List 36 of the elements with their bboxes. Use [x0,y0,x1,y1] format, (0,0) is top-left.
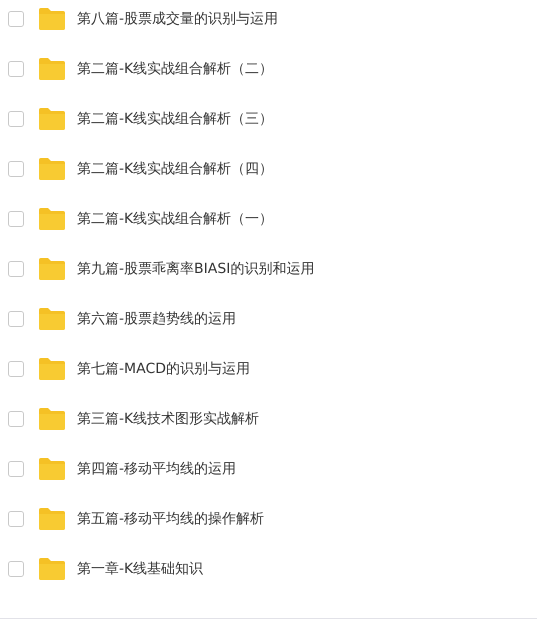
checkbox[interactable] [8,311,24,327]
folder-name[interactable]: 第四篇-移动平均线的运用 [77,460,236,478]
checkbox[interactable] [8,411,24,427]
folder-icon [39,358,65,380]
folder-icon [39,508,65,530]
checkbox[interactable] [8,11,24,27]
folder-name[interactable]: 第二篇-K线实战组合解析（一） [77,210,274,228]
folder-name[interactable]: 第七篇-MACD的识别与运用 [77,360,250,378]
folder-name[interactable]: 第二篇-K线实战组合解析（二） [77,60,274,78]
folder-icon [39,8,65,30]
checkbox[interactable] [8,511,24,527]
folder-name[interactable]: 第九篇-股票乖离率BIASI的识别和运用 [77,260,314,278]
checkbox[interactable] [8,261,24,277]
folder-icon [39,558,65,580]
folder-icon [39,258,65,280]
folder-name[interactable]: 第一章-K线基础知识 [77,560,204,578]
folder-icon [39,58,65,80]
folder-icon [39,458,65,480]
folder-icon [39,408,65,430]
checkbox[interactable] [8,61,24,77]
folder-name[interactable]: 第八篇-股票成交量的识别与运用 [77,10,278,28]
checkbox[interactable] [8,461,24,477]
checkbox[interactable] [8,561,24,577]
checkbox[interactable] [8,211,24,227]
folder-name[interactable]: 第五篇-移动平均线的操作解析 [77,510,264,528]
folder-name[interactable]: 第二篇-K线实战组合解析（三） [77,110,274,128]
checkbox[interactable] [8,361,24,377]
folder-name[interactable]: 第二篇-K线实战组合解析（四） [77,160,274,178]
folder-name[interactable]: 第六篇-股票趋势线的运用 [77,310,236,328]
folder-icon [39,158,65,180]
checkbox[interactable] [8,111,24,127]
folder-icon [39,208,65,230]
folder-icon [39,308,65,330]
folder-icon [39,108,65,130]
checkbox[interactable] [8,161,24,177]
folder-name[interactable]: 第三篇-K线技术图形实战解析 [77,410,260,428]
